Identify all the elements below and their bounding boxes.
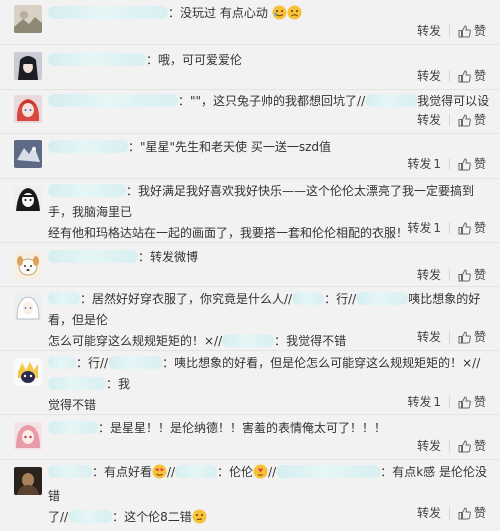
manga-avatar-icon[interactable] [14, 185, 42, 213]
divider [448, 331, 450, 343]
divider [448, 222, 450, 234]
thumbs-up-icon [458, 330, 471, 343]
dog-avatar-icon[interactable] [14, 251, 42, 279]
forward-button[interactable]: 转发 1 [407, 156, 441, 172]
mention-blurred[interactable] [365, 94, 418, 107]
comment-item: ：行//：咦比想象的好看，但是伦怎么可能穿这么规规矩矩的！×//：我 觉得不错 … [0, 351, 500, 415]
comment-text: ：没玩过 有点心动 [168, 6, 268, 20]
divider [448, 507, 450, 519]
anime-black-hair-avatar-icon[interactable] [14, 52, 42, 80]
thumbs-up-icon [458, 268, 471, 281]
username-blurred[interactable] [48, 250, 138, 263]
pink-hair-avatar-icon[interactable] [14, 422, 42, 450]
username-blurred[interactable] [48, 6, 168, 19]
comment-item: ：我好满足我好喜欢我好快乐——这个伦伦太漂亮了我一定要搞到手，我脑海里已 经有他… [0, 179, 500, 243]
username-blurred[interactable] [48, 356, 76, 369]
sad-emoji-icon [287, 5, 302, 27]
like-button[interactable]: 赞 [458, 220, 486, 236]
comment-text-cont: 我觉得可以设 [417, 94, 490, 108]
comment-item: ：哦，可可爱爱伦 转发 赞 [0, 45, 500, 90]
username-blurred[interactable] [48, 184, 126, 197]
forward-button[interactable]: 转发 [417, 267, 441, 283]
like-button[interactable]: 赞 [458, 23, 486, 39]
forward-count: 1 [433, 157, 441, 171]
username-blurred[interactable] [48, 94, 178, 107]
thumbs-up-icon [458, 506, 471, 519]
comment-text-cont: 经有他和玛格达站在一起的画面了，我要搭一套和伦伦相配的衣服！ [48, 226, 409, 240]
username-blurred[interactable] [48, 140, 128, 153]
like-button[interactable]: 赞 [458, 68, 486, 84]
divider [448, 440, 450, 452]
thinking-emoji-icon [192, 509, 207, 531]
like-button[interactable]: 赞 [458, 112, 486, 128]
landscape-avatar-icon[interactable] [14, 5, 42, 33]
thumbs-up-icon [458, 69, 471, 82]
heart-face-emoji-icon [253, 464, 268, 486]
comment-item: ：没玩过 有点心动 转发 赞 [0, 0, 500, 45]
username-blurred[interactable] [48, 465, 92, 478]
forward-button[interactable]: 转发 [417, 329, 441, 345]
thumbs-up-icon [458, 395, 471, 408]
comment-text: ："星星"先生和老天使 买一送一szd值 [128, 140, 332, 154]
divider [448, 158, 450, 170]
dark-portrait-avatar-icon[interactable] [14, 467, 42, 495]
heart-eyes-emoji-icon [152, 464, 167, 486]
divider [448, 269, 450, 281]
comment-item: ：有点好看//：伦伦//：有点k感 是伦伦没错 了//：这个伦8二错 转发 赞 [0, 460, 500, 524]
mention-blurred[interactable] [292, 292, 325, 305]
thumbs-up-icon [458, 113, 471, 126]
mention-blurred[interactable] [108, 356, 163, 369]
comment-text: ：""，这只兔子帅的我都想回坑了// [178, 94, 366, 108]
like-button[interactable]: 赞 [458, 394, 486, 410]
like-button[interactable]: 赞 [458, 156, 486, 172]
divider [448, 114, 450, 126]
forward-button[interactable]: 转发 [417, 112, 441, 128]
anime-red-hair-avatar-icon[interactable] [14, 95, 42, 123]
username-blurred[interactable] [48, 292, 80, 305]
mention-blurred[interactable] [48, 377, 106, 390]
like-button[interactable]: 赞 [458, 267, 486, 283]
comment-item: ：居然好好穿衣服了，你究竟是什么人//：行//咦比想象的好看，但是伦 怎么可能穿… [0, 287, 500, 351]
comment-item: ：是星星！！是伦纳德！！害羞的表情俺太可了！！！ 转发 赞 [0, 415, 500, 460]
thumbs-up-icon [458, 24, 471, 37]
thumbs-up-icon [458, 157, 471, 170]
forward-button[interactable]: 转发 1 [407, 220, 441, 236]
like-button[interactable]: 赞 [458, 505, 486, 521]
like-button[interactable]: 赞 [458, 329, 486, 345]
comment-text: ：哦，可可爱爱伦 [146, 53, 243, 67]
like-button[interactable]: 赞 [458, 438, 486, 454]
forward-button[interactable]: 转发 1 [407, 394, 441, 410]
forward-button[interactable]: 转发 [417, 68, 441, 84]
username-blurred[interactable] [48, 53, 146, 66]
comment-item: ："星星"先生和老天使 买一送一szd值 转发 1 赞 [0, 134, 500, 179]
thumbs-up-icon [458, 221, 471, 234]
comment-item: ：""，这只兔子帅的我都想回坑了// 我觉得可以设 转发 赞 [0, 90, 500, 134]
comment-item: ：转发微博 转发 赞 [0, 243, 500, 287]
mention-blurred[interactable] [222, 334, 275, 347]
divider [448, 396, 450, 408]
forward-button[interactable]: 转发 [417, 438, 441, 454]
mention-blurred[interactable] [68, 510, 113, 523]
username-blurred[interactable] [48, 421, 98, 434]
comment-text: ：转发微博 [138, 250, 199, 264]
forward-button[interactable]: 转发 [417, 505, 441, 521]
forward-count: 1 [433, 395, 441, 409]
comment-text: ：是星星！！是伦纳德！！害羞的表情俺太可了！！！ [98, 421, 387, 435]
yellow-character-avatar-icon[interactable] [14, 358, 42, 386]
mention-blurred[interactable] [356, 292, 409, 305]
tear-smile-emoji-icon [272, 5, 287, 27]
blue-gray-avatar-icon[interactable] [14, 140, 42, 168]
forward-count: 1 [433, 221, 441, 235]
white-anime-avatar-icon[interactable] [14, 293, 42, 321]
divider [448, 70, 450, 82]
forward-button[interactable]: 转发 [417, 23, 441, 39]
divider [448, 25, 450, 37]
mention-blurred[interactable] [175, 465, 218, 478]
thumbs-up-icon [458, 439, 471, 452]
mention-blurred[interactable] [276, 465, 381, 478]
